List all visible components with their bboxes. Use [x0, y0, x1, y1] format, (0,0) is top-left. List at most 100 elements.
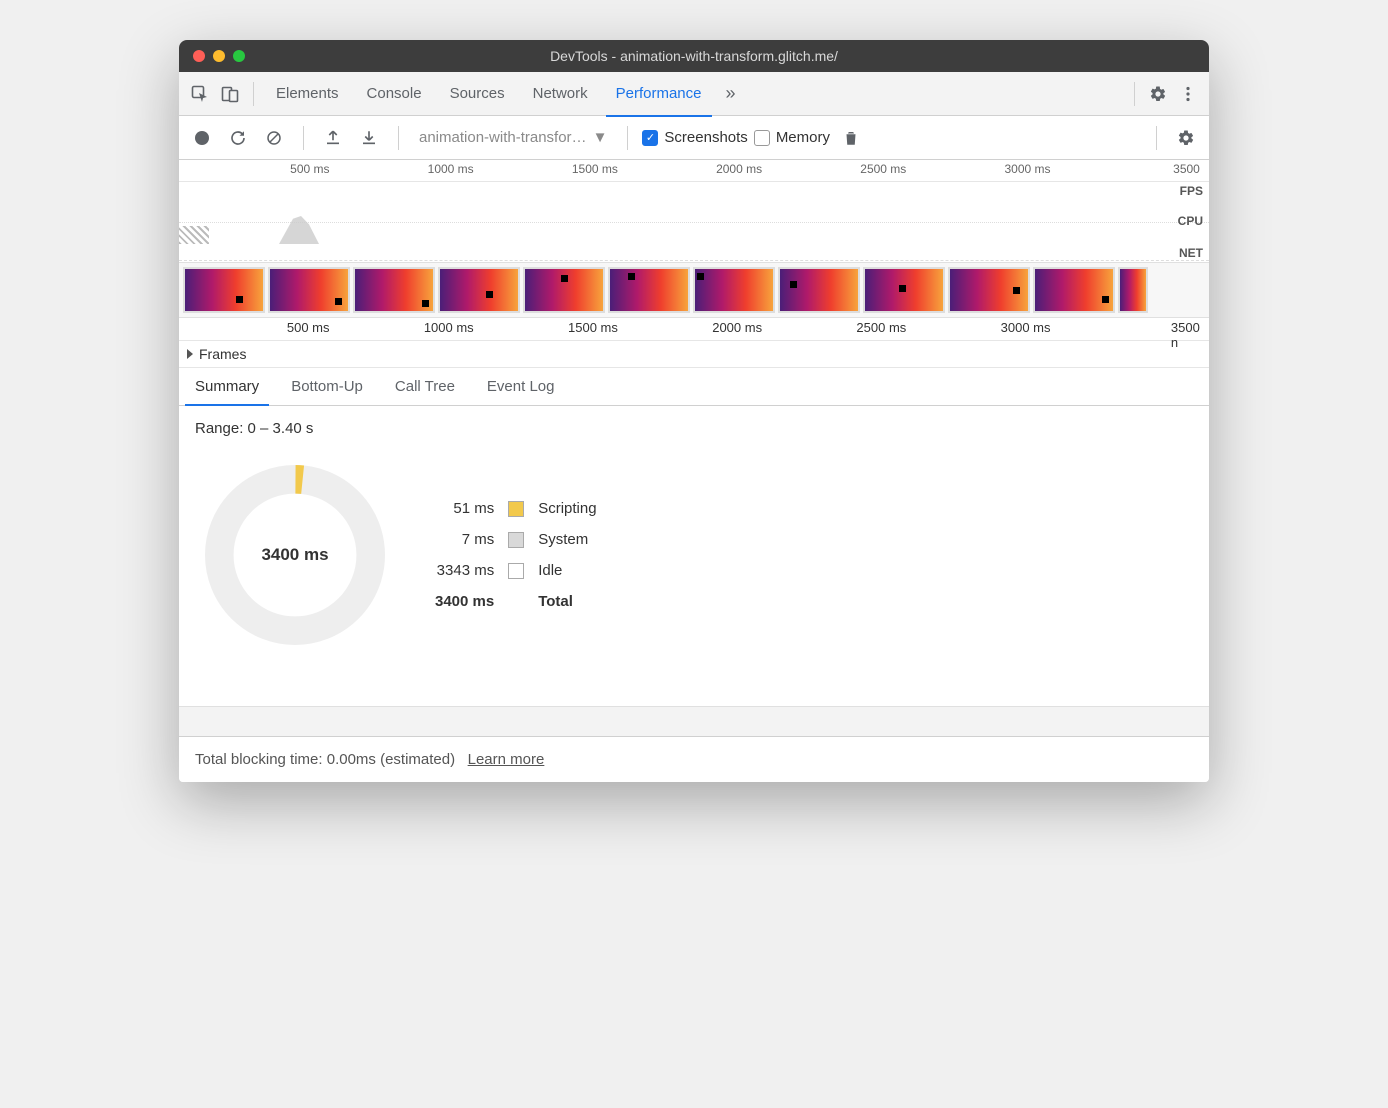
frames-label: Frames [199, 346, 246, 362]
memory-label: Memory [776, 129, 830, 146]
tab-console[interactable]: Console [353, 72, 436, 116]
divider [398, 126, 399, 150]
screenshot-thumb[interactable] [778, 267, 860, 313]
ruler-tick: 2500 ms [860, 162, 910, 176]
divider [303, 126, 304, 150]
divider [1134, 82, 1135, 106]
record-button[interactable] [187, 123, 217, 153]
screenshot-thumb[interactable] [268, 267, 350, 313]
legend-value: 3343 ms [435, 562, 494, 579]
screenshots-label: Screenshots [664, 129, 747, 146]
cpu-lane-label: CPU [1178, 214, 1203, 228]
summary-legend: 51 ms Scripting 7 ms System 3343 ms Idle… [435, 500, 597, 610]
save-profile-icon[interactable] [354, 123, 384, 153]
capture-settings-gear-icon[interactable] [1171, 123, 1201, 153]
summary-donut-chart: 3400 ms [195, 455, 395, 655]
net-lane [179, 260, 1209, 262]
reload-record-button[interactable] [223, 123, 253, 153]
subtab-event-log[interactable]: Event Log [471, 368, 571, 405]
main-tabbar: Elements Console Sources Network Perform… [179, 72, 1209, 116]
donut-center-label: 3400 ms [261, 545, 328, 565]
screenshot-thumb[interactable] [523, 267, 605, 313]
legend-label: System [538, 531, 596, 548]
clear-button[interactable] [259, 123, 289, 153]
minimize-window-button[interactable] [213, 50, 225, 62]
legend-total-value: 3400 ms [435, 593, 494, 610]
ruler-tick: 1500 ms [572, 162, 622, 176]
blocking-time-text: Total blocking time: 0.00ms (estimated) [195, 751, 455, 768]
frames-track-header[interactable]: Frames [179, 340, 1209, 368]
load-profile-icon[interactable] [318, 123, 348, 153]
close-window-button[interactable] [193, 50, 205, 62]
device-toolbar-icon[interactable] [215, 79, 245, 109]
flamechart-ruler[interactable]: 500 ms 1000 ms 1500 ms 2000 ms 2500 ms 3… [179, 318, 1209, 340]
window-controls [179, 50, 245, 62]
overview-pane[interactable]: FPS CPU NET [179, 182, 1209, 262]
cpu-activity [279, 216, 319, 244]
legend-total-label: Total [538, 593, 596, 610]
ruler-tick: 1000 ms [428, 162, 478, 176]
window-title: DevTools - animation-with-transform.glit… [179, 48, 1209, 64]
ruler-tick: 500 ms [290, 162, 333, 176]
overview-ruler[interactable]: 500 ms 1000 ms 1500 ms 2000 ms 2500 ms 3… [179, 160, 1209, 182]
screenshot-thumb[interactable] [948, 267, 1030, 313]
screenshot-thumb[interactable] [183, 267, 265, 313]
tab-performance[interactable]: Performance [602, 72, 716, 116]
screenshot-thumb[interactable] [863, 267, 945, 313]
divider [627, 126, 628, 150]
tab-sources[interactable]: Sources [436, 72, 519, 116]
ruler-tick: 3500 n [1171, 320, 1204, 350]
summary-pane: Range: 0 – 3.40 s 3400 ms 51 ms Scriptin… [179, 406, 1209, 706]
tab-network[interactable]: Network [519, 72, 602, 116]
legend-swatch-system [508, 532, 524, 548]
legend-label: Scripting [538, 500, 596, 517]
ruler-tick: 2000 ms [712, 320, 766, 335]
subtab-summary[interactable]: Summary [179, 368, 275, 405]
screenshot-thumb[interactable] [608, 267, 690, 313]
ruler-tick: 1500 ms [568, 320, 622, 335]
main-tabs: Elements Console Sources Network Perform… [262, 72, 716, 116]
tabs-overflow-button[interactable]: » [716, 79, 746, 109]
inspect-element-icon[interactable] [185, 79, 215, 109]
disclosure-triangle-icon[interactable] [187, 349, 193, 359]
learn-more-link[interactable]: Learn more [468, 751, 545, 768]
ruler-tick: 500 ms [287, 320, 334, 335]
screenshot-thumb[interactable] [1118, 267, 1148, 313]
collect-garbage-icon[interactable] [836, 123, 866, 153]
screenshot-thumb[interactable] [693, 267, 775, 313]
profile-selector-label: animation-with-transfor… [419, 129, 587, 146]
divider [1156, 126, 1157, 150]
legend-swatch-idle [508, 563, 524, 579]
subtab-call-tree[interactable]: Call Tree [379, 368, 471, 405]
screenshot-thumb[interactable] [353, 267, 435, 313]
ruler-tick: 3500 [1173, 162, 1204, 176]
screenshot-thumb[interactable] [1033, 267, 1115, 313]
net-lane-label: NET [1179, 246, 1203, 260]
memory-checkbox[interactable]: Memory [754, 129, 830, 146]
ruler-tick: 1000 ms [424, 320, 478, 335]
range-label: Range: 0 – 3.40 s [195, 420, 1193, 437]
tab-elements[interactable]: Elements [262, 72, 353, 116]
settings-gear-icon[interactable] [1143, 79, 1173, 109]
legend-value: 7 ms [435, 531, 494, 548]
subtab-bottom-up[interactable]: Bottom-Up [275, 368, 379, 405]
screenshot-filmstrip[interactable] [179, 262, 1209, 318]
checkbox-checked-icon: ✓ [642, 130, 658, 146]
drawer-resize-bar[interactable] [179, 706, 1209, 736]
chevron-down-icon: ▼ [593, 129, 608, 146]
details-tabs: Summary Bottom-Up Call Tree Event Log [179, 368, 1209, 406]
devtools-window: DevTools - animation-with-transform.glit… [179, 40, 1209, 782]
zoom-window-button[interactable] [233, 50, 245, 62]
ruler-tick: 3000 ms [1004, 162, 1054, 176]
fps-lane-label: FPS [1180, 184, 1203, 198]
ruler-tick: 2000 ms [716, 162, 766, 176]
more-menu-icon[interactable] [1173, 79, 1203, 109]
ruler-tick: 2500 ms [856, 320, 910, 335]
screenshots-checkbox[interactable]: ✓ Screenshots [642, 129, 747, 146]
ruler-tick: 3000 ms [1001, 320, 1055, 335]
divider [253, 82, 254, 106]
screenshot-thumb[interactable] [438, 267, 520, 313]
legend-label: Idle [538, 562, 596, 579]
profile-selector-dropdown[interactable]: animation-with-transfor… ▼ [413, 129, 613, 146]
titlebar: DevTools - animation-with-transform.glit… [179, 40, 1209, 72]
